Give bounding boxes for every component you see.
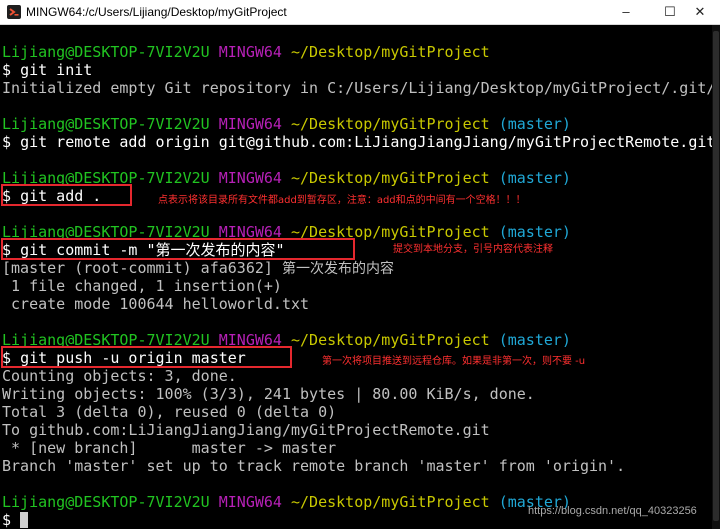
- prompt-branch: (master): [498, 115, 571, 133]
- prompt-symbol: $: [2, 511, 12, 529]
- prompt-line: Lijiang@DESKTOP-7VI2V2U MINGW64 ~/Deskto…: [0, 115, 712, 133]
- annotation-box-commit: [1, 238, 355, 260]
- command-text: git init: [20, 61, 93, 79]
- prompt-shell: MINGW64: [218, 493, 282, 511]
- output-line: [master (root-commit) afa6362] 第一次发布的内容: [0, 259, 712, 277]
- output-line: Writing objects: 100% (3/3), 241 bytes |…: [2, 385, 535, 403]
- prompt-user-host: Lijiang@DESKTOP-7VI2V2U: [2, 493, 210, 511]
- terminal-window: MINGW64:/c/Users/Lijiang/Desktop/myGitPr…: [0, 0, 720, 529]
- prompt-branch: (master): [498, 223, 571, 241]
- output-line: Counting objects: 3, done.: [2, 367, 237, 385]
- watermark: https://blog.csdn.net/qq_40323256: [528, 505, 697, 517]
- prompt-path: ~/Desktop/myGitProject: [291, 331, 490, 349]
- prompt-symbol: $: [2, 61, 12, 79]
- annotation-note-commit: 提交到本地分支，引号内容代表注释: [393, 244, 553, 255]
- output-line: Initialized empty Git repository in C:/U…: [2, 79, 716, 97]
- prompt-user-host: Lijiang@DESKTOP-7VI2V2U: [2, 43, 210, 61]
- command-text: git remote add origin git@github.com:LiJ…: [20, 133, 716, 151]
- title-bar[interactable]: MINGW64:/c/Users/Lijiang/Desktop/myGitPr…: [0, 0, 720, 25]
- output-line: 1 file changed, 1 insertion(+): [2, 277, 282, 295]
- window-title: MINGW64:/c/Users/Lijiang/Desktop/myGitPr…: [26, 5, 287, 19]
- prompt-path: ~/Desktop/myGitProject: [291, 169, 490, 187]
- prompt-shell: MINGW64: [218, 169, 282, 187]
- command-line: $ git remote add origin git@github.com:L…: [0, 133, 716, 151]
- close-button[interactable]: ✕: [678, 0, 720, 24]
- vertical-scrollbar[interactable]: [712, 25, 720, 529]
- commit-message: 第一次发布的内容: [281, 261, 394, 277]
- commit-header: [master (root-commit) afa6362]: [2, 259, 282, 277]
- text-cursor: [20, 512, 29, 528]
- git-bash-icon: [7, 5, 21, 19]
- prompt-line: Lijiang@DESKTOP-7VI2V2U MINGW64 ~/Deskto…: [0, 43, 712, 61]
- prompt-path: ~/Desktop/myGitProject: [291, 43, 490, 61]
- prompt-symbol: $: [2, 133, 12, 151]
- output-line: Branch 'master' set up to track remote b…: [2, 457, 626, 475]
- prompt-branch: (master): [498, 331, 571, 349]
- prompt-shell: MINGW64: [218, 43, 282, 61]
- minimize-button[interactable]: –: [604, 0, 648, 24]
- annotation-box-add: [1, 184, 132, 206]
- output-line: Total 3 (delta 0), reused 0 (delta 0): [2, 403, 337, 421]
- prompt-branch: (master): [498, 169, 571, 187]
- terminal-output[interactable]: Lijiang@DESKTOP-7VI2V2U MINGW64 ~/Deskto…: [0, 25, 716, 529]
- annotation-box-push: [1, 346, 292, 368]
- prompt-shell: MINGW64: [218, 115, 282, 133]
- command-line: $ git init: [0, 61, 712, 79]
- scrollbar-thumb[interactable]: [713, 31, 719, 521]
- prompt-path: ~/Desktop/myGitProject: [291, 115, 490, 133]
- output-line: * [new branch] master -> master: [2, 439, 337, 457]
- annotation-note-add: 点表示将该目录所有文件都add到暂存区，注意：add和点的中间有一个空格！！！: [158, 195, 526, 206]
- annotation-note-push: 第一次将项目推送到远程仓库。如果是非第一次，则不要 -u: [322, 356, 586, 367]
- output-line: To github.com:LiJiangJiangJiang/myGitPro…: [2, 421, 490, 439]
- prompt-user-host: Lijiang@DESKTOP-7VI2V2U: [2, 115, 210, 133]
- output-line: create mode 100644 helloworld.txt: [2, 295, 310, 313]
- prompt-path: ~/Desktop/myGitProject: [291, 493, 490, 511]
